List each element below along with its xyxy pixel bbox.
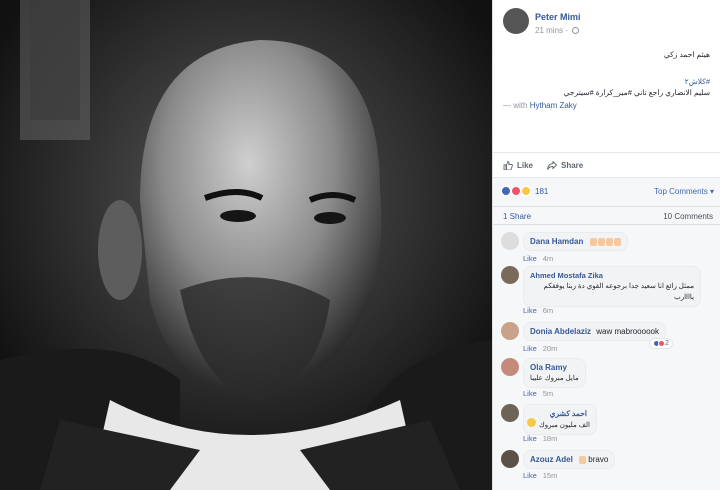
comment-like-link[interactable]: Like	[523, 344, 537, 353]
comment-bubble: Azouz Adel bravo	[523, 450, 616, 469]
wow-reaction-icon	[521, 186, 532, 196]
comment-like-link[interactable]: Like	[523, 471, 537, 480]
like-reaction-icon	[501, 186, 511, 196]
comment-meta: Like 4m	[523, 254, 553, 263]
reaction-icons[interactable]	[501, 186, 532, 196]
share-icon	[547, 161, 557, 171]
facebook-photo-viewer: Peter Mimi 21 mins · هيثم احمد زكي #كلاش…	[0, 0, 720, 490]
with-prefix: — with	[503, 101, 528, 110]
comment-bubble: Dana Hamdan	[523, 232, 628, 251]
comment-text: bravo	[588, 455, 609, 464]
clap-emoji-icon	[589, 237, 621, 246]
post-sidebar: Peter Mimi 21 mins · هيثم احمد زكي #كلاش…	[492, 0, 720, 490]
comments-count[interactable]: 10 Comments	[663, 212, 713, 221]
top-comments-label: Top Comments	[654, 187, 708, 196]
comment-meta: Like 18m	[523, 434, 557, 443]
like-icon	[503, 161, 513, 171]
commenter-avatar[interactable]	[501, 404, 519, 422]
reactions-row: 181 Top Comments ▾	[493, 184, 720, 202]
comment-like-link[interactable]: Like	[523, 389, 537, 398]
chevron-down-icon: ▾	[710, 187, 715, 196]
post-text: هيثم احمد زكي #كلاش٢ سليم الانصاري راجع …	[493, 40, 720, 97]
top-comments-dropdown[interactable]: Top Comments ▾	[654, 187, 714, 196]
post-meta: 21 mins ·	[535, 26, 580, 35]
comment-time[interactable]: 6m	[543, 306, 553, 315]
commenter-avatar[interactable]	[501, 322, 519, 340]
post-time[interactable]: 21 mins	[535, 26, 563, 35]
stats-row: 1 Share 10 Comments	[493, 206, 720, 224]
author-name[interactable]: Peter Mimi	[535, 12, 581, 22]
tagged-with: — with Hytham Zaky	[493, 101, 720, 110]
commenter-avatar[interactable]	[501, 232, 519, 250]
comment-like-link[interactable]: Like	[523, 254, 537, 263]
commenter-avatar[interactable]	[501, 450, 519, 468]
clap-emoji-icon	[579, 455, 587, 464]
like-button[interactable]: Like	[503, 161, 534, 171]
comment-text: waw mabroooook	[596, 327, 659, 336]
portrait-image	[0, 0, 492, 490]
comment-time[interactable]: 20m	[543, 344, 558, 353]
reaction-count[interactable]: 181	[535, 187, 548, 196]
post-header: Peter Mimi 21 mins ·	[493, 0, 720, 40]
comment-meta: Like 5m	[523, 389, 553, 398]
reaction-badge-count: 2	[664, 340, 669, 347]
comment-text: مايل مبروك عليبا	[530, 375, 579, 382]
divider	[493, 224, 720, 225]
comment-bubble: Donia Abdelaziz waw mabroooook	[523, 322, 666, 341]
comment-time[interactable]: 5m	[543, 389, 553, 398]
author-avatar[interactable]	[503, 8, 529, 34]
comment-time[interactable]: 4m	[543, 254, 553, 263]
tagged-user-link[interactable]: Hytham Zaky	[530, 101, 577, 110]
comment-bubble: Ahmed Mostafa Zika ممثل رائع انا سعيد جد…	[523, 266, 701, 307]
comment-bubble: Ola Ramy مايل مبروك عليبا	[523, 358, 586, 388]
love-reaction-icon	[511, 186, 522, 196]
love-reaction-icon	[658, 339, 665, 347]
comment-meta: Like 15m	[523, 471, 557, 480]
comment-text: الف مليون مبروك	[538, 422, 590, 429]
commenter-name[interactable]: Ahmed Mostafa Zika	[530, 270, 691, 281]
like-label: Like	[517, 161, 534, 170]
comment-reaction-badge[interactable]: 2	[649, 338, 673, 349]
comment-meta: Like 6m	[523, 306, 553, 315]
comment-like-link[interactable]: Like	[523, 306, 537, 315]
comment-time[interactable]: 18m	[543, 434, 558, 443]
share-label: Share	[561, 161, 584, 170]
post-photo[interactable]	[0, 0, 492, 490]
comment-time[interactable]: 15m	[543, 471, 558, 480]
comment-text: ممثل رائع انا سعيد جدا برجوعه القوي دة ر…	[543, 283, 694, 301]
share-button[interactable]: Share	[547, 161, 584, 171]
heart-eyes-emoji-icon	[527, 418, 536, 427]
comment-like-link[interactable]: Like	[523, 434, 537, 443]
commenter-avatar[interactable]	[501, 266, 519, 284]
commenter-name[interactable]: Ola Ramy	[530, 362, 576, 373]
shares-count[interactable]: 1 Share	[503, 212, 531, 221]
comment-meta: Like 20m	[523, 344, 557, 353]
post-hashtag[interactable]: #كلاش٢	[503, 77, 710, 86]
globe-icon	[572, 27, 580, 35]
commenter-name[interactable]: Azouz Adel	[530, 455, 573, 464]
post-line-3: سليم الانصاري راجع تاني #مير_كرارة #سيتر…	[563, 88, 710, 97]
post-actions: Like Share	[493, 152, 720, 178]
commenter-name[interactable]: Dana Hamdan	[530, 237, 583, 246]
commenter-name[interactable]: احمد كشري	[530, 408, 587, 419]
post-line-1: هيثم احمد زكي	[663, 50, 710, 59]
commenter-name[interactable]: Donia Abdelaziz	[530, 327, 591, 336]
commenter-avatar[interactable]	[501, 358, 519, 376]
